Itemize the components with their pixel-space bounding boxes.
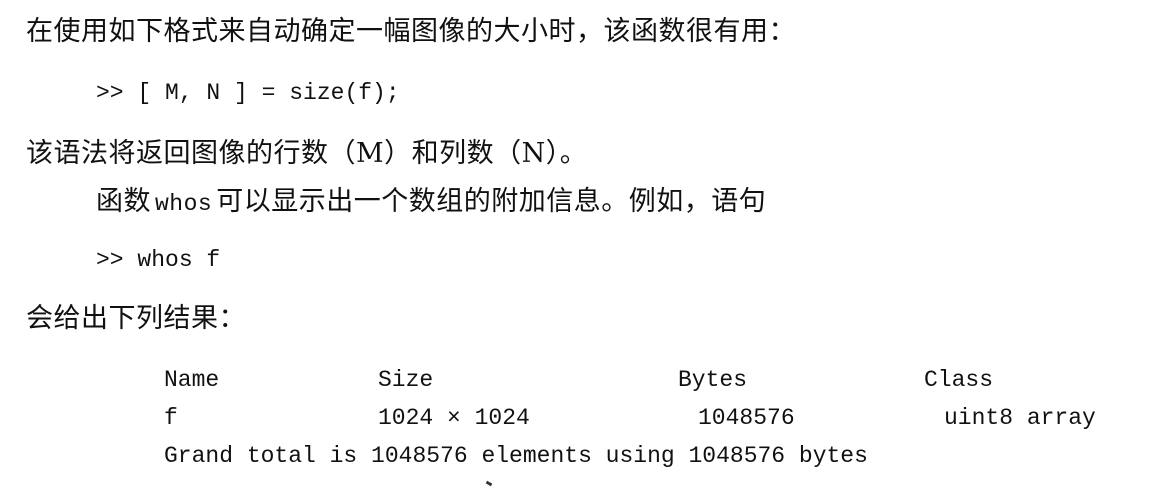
whos-intro-text-before: 函数 [96,186,151,217]
scan-speck [485,480,493,487]
header-bytes: Bytes [678,367,748,393]
paragraph-rows-columns: 该语法将返回图像的行数（M）和列数（N）。 [26,138,588,169]
header-class: Class [924,367,994,393]
code-whos-command: >> whos f [96,247,221,273]
paragraph-size-intro: 在使用如下格式来自动确定一幅图像的大小时，该函数很有用： [26,16,796,47]
row-bytes: 1048576 [698,405,795,431]
whos-intro-text-after: 可以显示出一个数组的附加信息。例如，语句 [216,186,767,217]
row-class: uint8 array [944,405,1096,431]
row-size: 1024 × 1024 [378,405,530,431]
grand-total-line: Grand total is 1048576 elements using 10… [164,443,868,469]
paragraph-result-intro: 会给出下列结果： [26,303,246,334]
paragraph-whos-intro: 函数 whos 可以显示出一个数组的附加信息。例如，语句 [96,186,766,220]
header-name: Name [164,367,220,393]
header-size: Size [378,367,434,393]
whos-keyword: whos [155,191,213,217]
row-name: f [164,405,178,431]
code-size-command: >> [ M, N ] = size(f); [96,80,400,106]
